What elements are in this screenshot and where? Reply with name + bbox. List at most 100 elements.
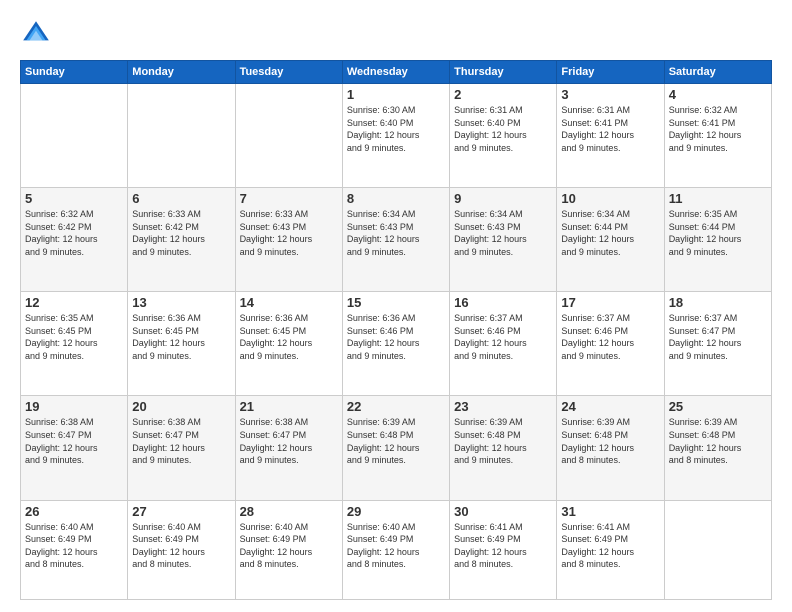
day-number: 10 — [561, 191, 659, 206]
calendar-cell: 29 Sunrise: 6:40 AM Sunset: 6:49 PM Dayli… — [342, 500, 449, 599]
day-number: 31 — [561, 504, 659, 519]
day-info: Sunrise: 6:36 AM Sunset: 6:46 PM Dayligh… — [347, 312, 445, 362]
calendar-cell: 3 Sunrise: 6:31 AM Sunset: 6:41 PM Daylig… — [557, 84, 664, 188]
calendar-cell: 22Sunrise: 6:39 AM Sunset: 6:48 PM Dayli… — [342, 396, 449, 500]
weekday-header-sunday: Sunday — [21, 61, 128, 84]
day-info: Sunrise: 6:39 AM Sunset: 6:48 PM Dayligh… — [669, 416, 767, 466]
day-number: 30 — [454, 504, 552, 519]
calendar-cell: 25 Sunrise: 6:39 AM Sunset: 6:48 PM Dayli… — [664, 396, 771, 500]
day-info: Sunrise: 6:40 AM Sunset: 6:49 PM Dayligh… — [240, 521, 338, 571]
day-number: 21 — [240, 399, 338, 414]
calendar-cell: 28Sunrise: 6:40 AM Sunset: 6:49 PM Dayli… — [235, 500, 342, 599]
weekday-header-monday: Monday — [128, 61, 235, 84]
calendar-cell: 21 Sunrise: 6:38 AM Sunset: 6:47 PM Dayli… — [235, 396, 342, 500]
day-number: 3 — [561, 87, 659, 102]
day-info: Sunrise: 6:34 AM Sunset: 6:43 PM Dayligh… — [454, 208, 552, 258]
day-info: Sunrise: 6:41 AM Sunset: 6:49 PM Dayligh… — [561, 521, 659, 571]
calendar-table: SundayMondayTuesdayWednesdayThursdayFrid… — [20, 60, 772, 600]
day-info: Sunrise: 6:38 AM Sunset: 6:47 PM Dayligh… — [240, 416, 338, 466]
day-number: 24 — [561, 399, 659, 414]
logo — [20, 18, 56, 50]
day-info: Sunrise: 6:33 AM Sunset: 6:42 PM Dayligh… — [132, 208, 230, 258]
day-info: Sunrise: 6:40 AM Sunset: 6:49 PM Dayligh… — [347, 521, 445, 571]
header — [20, 18, 772, 50]
calendar-cell: 23 Sunrise: 6:39 AM Sunset: 6:48 PM Dayli… — [450, 396, 557, 500]
weekday-header-row: SundayMondayTuesdayWednesdayThursdayFrid… — [21, 61, 772, 84]
calendar-week-2: 5 Sunrise: 6:32 AM Sunset: 6:42 PM Daylig… — [21, 188, 772, 292]
day-info: Sunrise: 6:40 AM Sunset: 6:49 PM Dayligh… — [25, 521, 123, 571]
day-info: Sunrise: 6:36 AM Sunset: 6:45 PM Dayligh… — [132, 312, 230, 362]
day-info: Sunrise: 6:38 AM Sunset: 6:47 PM Dayligh… — [132, 416, 230, 466]
calendar-cell — [128, 84, 235, 188]
day-number: 7 — [240, 191, 338, 206]
day-number: 12 — [25, 295, 123, 310]
calendar-cell: 16 Sunrise: 6:37 AM Sunset: 6:46 PM Dayli… — [450, 292, 557, 396]
calendar-cell: 12 Sunrise: 6:35 AM Sunset: 6:45 PM Dayli… — [21, 292, 128, 396]
day-info: Sunrise: 6:35 AM Sunset: 6:45 PM Dayligh… — [25, 312, 123, 362]
calendar-cell — [664, 500, 771, 599]
weekday-header-thursday: Thursday — [450, 61, 557, 84]
calendar-cell: 13 Sunrise: 6:36 AM Sunset: 6:45 PM Dayli… — [128, 292, 235, 396]
day-number: 5 — [25, 191, 123, 206]
calendar-week-4: 19 Sunrise: 6:38 AM Sunset: 6:47 PM Dayli… — [21, 396, 772, 500]
day-info: Sunrise: 6:32 AM Sunset: 6:42 PM Dayligh… — [25, 208, 123, 258]
calendar-cell: 14Sunrise: 6:36 AM Sunset: 6:45 PM Dayli… — [235, 292, 342, 396]
day-info: Sunrise: 6:36 AM Sunset: 6:45 PM Dayligh… — [240, 312, 338, 362]
day-number: 11 — [669, 191, 767, 206]
day-number: 18 — [669, 295, 767, 310]
calendar-week-3: 12 Sunrise: 6:35 AM Sunset: 6:45 PM Dayli… — [21, 292, 772, 396]
calendar-cell: 11 Sunrise: 6:35 AM Sunset: 6:44 PM Dayli… — [664, 188, 771, 292]
day-info: Sunrise: 6:30 AM Sunset: 6:40 PM Dayligh… — [347, 104, 445, 154]
day-number: 25 — [669, 399, 767, 414]
day-number: 4 — [669, 87, 767, 102]
day-number: 16 — [454, 295, 552, 310]
day-number: 26 — [25, 504, 123, 519]
day-info: Sunrise: 6:34 AM Sunset: 6:43 PM Dayligh… — [347, 208, 445, 258]
day-number: 23 — [454, 399, 552, 414]
day-number: 29 — [347, 504, 445, 519]
calendar-cell: 31 Sunrise: 6:41 AM Sunset: 6:49 PM Dayli… — [557, 500, 664, 599]
day-info: Sunrise: 6:37 AM Sunset: 6:46 PM Dayligh… — [561, 312, 659, 362]
calendar-cell: 7 Sunrise: 6:33 AM Sunset: 6:43 PM Daylig… — [235, 188, 342, 292]
day-number: 20 — [132, 399, 230, 414]
calendar-cell: 15 Sunrise: 6:36 AM Sunset: 6:46 PM Dayli… — [342, 292, 449, 396]
day-number: 17 — [561, 295, 659, 310]
calendar-cell: 5 Sunrise: 6:32 AM Sunset: 6:42 PM Daylig… — [21, 188, 128, 292]
day-info: Sunrise: 6:37 AM Sunset: 6:47 PM Dayligh… — [669, 312, 767, 362]
weekday-header-saturday: Saturday — [664, 61, 771, 84]
calendar-cell — [235, 84, 342, 188]
day-number: 1 — [347, 87, 445, 102]
calendar-cell: 26 Sunrise: 6:40 AM Sunset: 6:49 PM Dayli… — [21, 500, 128, 599]
day-number: 8 — [347, 191, 445, 206]
weekday-header-wednesday: Wednesday — [342, 61, 449, 84]
calendar-cell: 27 Sunrise: 6:40 AM Sunset: 6:49 PM Dayli… — [128, 500, 235, 599]
day-info: Sunrise: 6:38 AM Sunset: 6:47 PM Dayligh… — [25, 416, 123, 466]
day-info: Sunrise: 6:40 AM Sunset: 6:49 PM Dayligh… — [132, 521, 230, 571]
day-number: 19 — [25, 399, 123, 414]
calendar-cell: 20 Sunrise: 6:38 AM Sunset: 6:47 PM Dayli… — [128, 396, 235, 500]
day-info: Sunrise: 6:31 AM Sunset: 6:41 PM Dayligh… — [561, 104, 659, 154]
day-info: Sunrise: 6:39 AM Sunset: 6:48 PM Dayligh… — [347, 416, 445, 466]
logo-icon — [20, 18, 52, 50]
calendar-cell: 4Sunrise: 6:32 AM Sunset: 6:41 PM Daylig… — [664, 84, 771, 188]
day-info: Sunrise: 6:37 AM Sunset: 6:46 PM Dayligh… — [454, 312, 552, 362]
calendar-cell: 10 Sunrise: 6:34 AM Sunset: 6:44 PM Dayli… — [557, 188, 664, 292]
weekday-header-tuesday: Tuesday — [235, 61, 342, 84]
calendar-cell: 17 Sunrise: 6:37 AM Sunset: 6:46 PM Dayli… — [557, 292, 664, 396]
day-info: Sunrise: 6:31 AM Sunset: 6:40 PM Dayligh… — [454, 104, 552, 154]
day-info: Sunrise: 6:35 AM Sunset: 6:44 PM Dayligh… — [669, 208, 767, 258]
day-number: 15 — [347, 295, 445, 310]
calendar-cell: 8 Sunrise: 6:34 AM Sunset: 6:43 PM Daylig… — [342, 188, 449, 292]
calendar-cell: 19 Sunrise: 6:38 AM Sunset: 6:47 PM Dayli… — [21, 396, 128, 500]
page: SundayMondayTuesdayWednesdayThursdayFrid… — [0, 0, 792, 612]
day-info: Sunrise: 6:34 AM Sunset: 6:44 PM Dayligh… — [561, 208, 659, 258]
day-number: 6 — [132, 191, 230, 206]
calendar-cell: 18 Sunrise: 6:37 AM Sunset: 6:47 PM Dayli… — [664, 292, 771, 396]
day-number: 13 — [132, 295, 230, 310]
day-info: Sunrise: 6:39 AM Sunset: 6:48 PM Dayligh… — [454, 416, 552, 466]
day-number: 9 — [454, 191, 552, 206]
calendar-cell — [21, 84, 128, 188]
day-info: Sunrise: 6:39 AM Sunset: 6:48 PM Dayligh… — [561, 416, 659, 466]
day-number: 27 — [132, 504, 230, 519]
day-info: Sunrise: 6:33 AM Sunset: 6:43 PM Dayligh… — [240, 208, 338, 258]
